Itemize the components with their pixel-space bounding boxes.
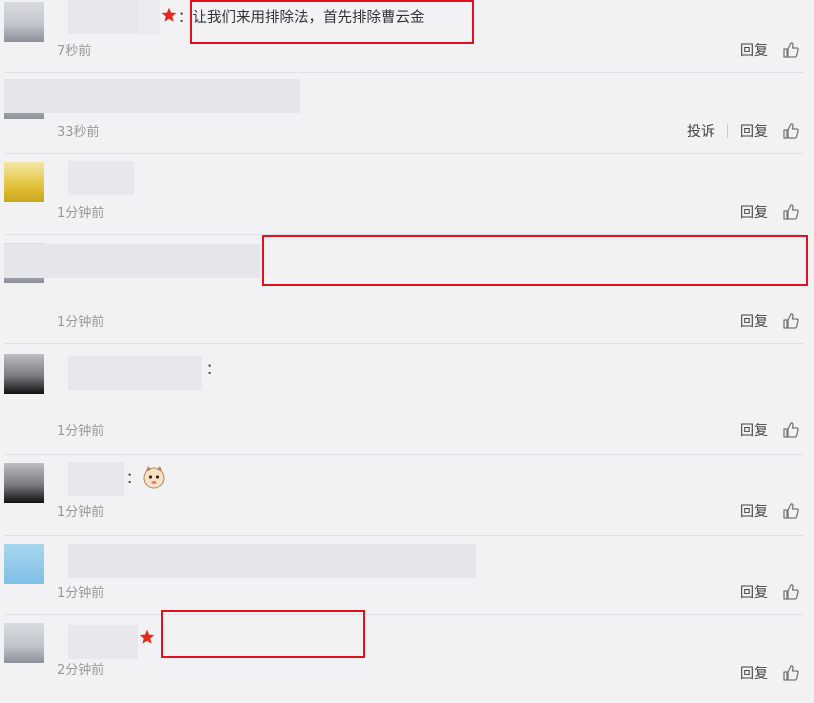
comment-item: 1分钟前 回复 (0, 235, 814, 343)
highlight-box (190, 0, 474, 44)
report-button[interactable]: 投诉 (687, 121, 715, 141)
comment-actions: 投诉 回复 (687, 121, 800, 141)
timestamp: 33秒前 (57, 125, 100, 140)
thumb-up-icon[interactable] (782, 122, 800, 140)
timestamp: 1分钟前 (57, 505, 105, 520)
username-redacted[interactable] (4, 79, 300, 113)
highlight-box (161, 610, 365, 658)
comment-actions: 回复 (740, 311, 800, 331)
comment-actions: 回复 (740, 501, 800, 521)
comment-item: 33秒前 投诉 回复 (0, 73, 814, 153)
comment-item: 1分钟前 回复 (0, 536, 814, 614)
comment-text: ： (126, 467, 800, 492)
comment-list: ：让我们来用排除法，首先排除曹云金 7秒前 回复 33秒前 投诉 回复 1分钟前… (0, 0, 814, 703)
username-redacted[interactable] (68, 356, 202, 390)
comment-item: ：让我们来用排除法，首先排除曹云金 7秒前 回复 (0, 0, 814, 72)
reply-button[interactable]: 回复 (740, 202, 768, 222)
avatar[interactable] (4, 162, 44, 202)
username-redacted[interactable] (68, 0, 138, 34)
comment-text: ： (206, 358, 800, 383)
comment-item: ： 1分钟前 回复 (0, 344, 814, 454)
avatar[interactable] (4, 2, 44, 42)
timestamp: 1分钟前 (57, 586, 105, 601)
colon: ： (206, 362, 221, 378)
timestamp: 7秒前 (57, 44, 92, 59)
username-redacted[interactable] (68, 161, 134, 195)
timestamp: 1分钟前 (57, 315, 105, 330)
star-icon (139, 629, 155, 644)
avatar[interactable] (4, 463, 44, 503)
comment-item: ： 1分钟前 回复 (0, 455, 814, 535)
thumb-up-icon[interactable] (782, 41, 800, 59)
comment-item: 1分钟前 回复 (0, 154, 814, 234)
thumb-up-icon[interactable] (782, 583, 800, 601)
avatar[interactable] (4, 544, 44, 584)
comment-actions: 回复 (740, 663, 800, 683)
comment-actions: 回复 (740, 420, 800, 440)
username-redacted (138, 0, 160, 34)
reply-button[interactable]: 回复 (740, 311, 768, 331)
thumb-up-icon[interactable] (782, 421, 800, 439)
comment-actions: 回复 (740, 582, 800, 602)
timestamp: 1分钟前 (57, 424, 105, 439)
thumb-up-icon[interactable] (782, 203, 800, 221)
star-icon (161, 7, 177, 22)
thumb-up-icon[interactable] (782, 312, 800, 330)
reply-button[interactable]: 回复 (740, 40, 768, 60)
thumb-up-icon[interactable] (782, 502, 800, 520)
reply-button[interactable]: 回复 (740, 121, 768, 141)
username-redacted[interactable] (68, 462, 124, 496)
highlight-box (262, 235, 808, 286)
username-redacted[interactable] (4, 244, 260, 278)
reply-button[interactable]: 回复 (740, 663, 768, 683)
reply-button[interactable]: 回复 (740, 582, 768, 602)
timestamp: 2分钟前 (57, 663, 105, 678)
thumb-up-icon[interactable] (782, 664, 800, 682)
reply-button[interactable]: 回复 (740, 501, 768, 521)
comment-actions: 回复 (740, 40, 800, 60)
username-redacted[interactable] (68, 544, 476, 578)
action-separator (727, 124, 728, 138)
colon: ： (126, 471, 141, 487)
username-redacted[interactable] (68, 625, 138, 659)
cat-face-emoji (143, 466, 165, 489)
comment-actions: 回复 (740, 202, 800, 222)
timestamp: 1分钟前 (57, 206, 105, 221)
avatar[interactable] (4, 623, 44, 663)
comment-item: 2分钟前 回复 (0, 610, 814, 703)
avatar[interactable] (4, 354, 44, 394)
reply-button[interactable]: 回复 (740, 420, 768, 440)
